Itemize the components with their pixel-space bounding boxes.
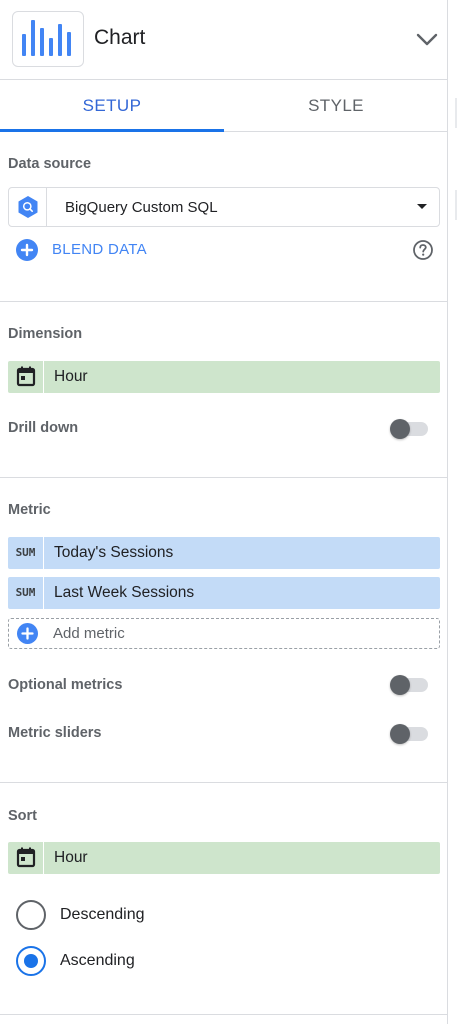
add-metric-label: Add metric <box>53 625 125 642</box>
optional-metrics-toggle[interactable] <box>390 673 430 697</box>
metric-chip-todays-sessions[interactable]: SUM Today's Sessions <box>8 537 440 569</box>
tab-bar: SETUP STYLE <box>0 80 448 132</box>
sort-chip-hour[interactable]: Hour <box>8 842 440 874</box>
calendar-icon <box>8 842 44 874</box>
section-divider <box>0 477 448 478</box>
help-icon[interactable] <box>412 239 434 261</box>
metric-sliders-label: Metric sliders <box>8 725 102 741</box>
section-divider <box>0 782 448 783</box>
add-metric-button[interactable]: Add metric <box>8 618 440 649</box>
data-source-name: BigQuery Custom SQL <box>65 199 218 216</box>
tab-style[interactable]: STYLE <box>224 80 448 132</box>
optional-metrics-label: Optional metrics <box>8 677 123 693</box>
sort-field-name: Hour <box>54 849 88 866</box>
metric-label: Metric <box>8 502 51 518</box>
drill-down-label: Drill down <box>8 420 79 436</box>
calendar-icon <box>8 361 44 393</box>
section-divider <box>0 301 448 302</box>
metric-field-name: Today's Sessions <box>54 544 174 561</box>
dropdown-arrow-icon <box>417 204 427 209</box>
right-edge-strip <box>449 0 458 1024</box>
radio-ascending[interactable] <box>16 946 46 976</box>
dimension-field-name: Hour <box>54 368 88 385</box>
dimension-chip-hour[interactable]: Hour <box>8 361 440 393</box>
bar-chart-icon[interactable] <box>12 11 84 67</box>
metric-sliders-toggle[interactable] <box>390 722 430 746</box>
active-tab-indicator <box>0 129 224 132</box>
radio-descending[interactable] <box>16 900 46 930</box>
chart-type-title: Chart <box>94 26 146 49</box>
sort-label: Sort <box>8 808 37 824</box>
data-source-label: Data source <box>8 156 92 172</box>
aggregation-badge[interactable]: SUM <box>8 537 44 569</box>
bigquery-icon <box>9 188 47 226</box>
tab-setup[interactable]: SETUP <box>0 80 224 132</box>
add-circle-icon <box>16 239 38 261</box>
metric-chip-last-week-sessions[interactable]: SUM Last Week Sessions <box>8 577 440 609</box>
drill-down-toggle[interactable] <box>390 417 430 441</box>
data-source-selector[interactable]: BigQuery Custom SQL <box>8 187 440 227</box>
panel-header: Chart <box>0 0 448 80</box>
section-divider <box>0 1014 448 1015</box>
aggregation-badge[interactable]: SUM <box>8 577 44 609</box>
radio-ascending-label[interactable]: Ascending <box>60 952 135 970</box>
dimension-label: Dimension <box>8 326 83 342</box>
blend-data-label: BLEND DATA <box>52 241 147 258</box>
chevron-down-icon[interactable] <box>414 28 440 52</box>
radio-descending-label[interactable]: Descending <box>60 906 145 924</box>
metric-field-name: Last Week Sessions <box>54 584 195 601</box>
properties-panel: Chart SETUP STYLE Data source BigQuery C… <box>0 0 448 1024</box>
add-circle-icon <box>17 623 38 644</box>
